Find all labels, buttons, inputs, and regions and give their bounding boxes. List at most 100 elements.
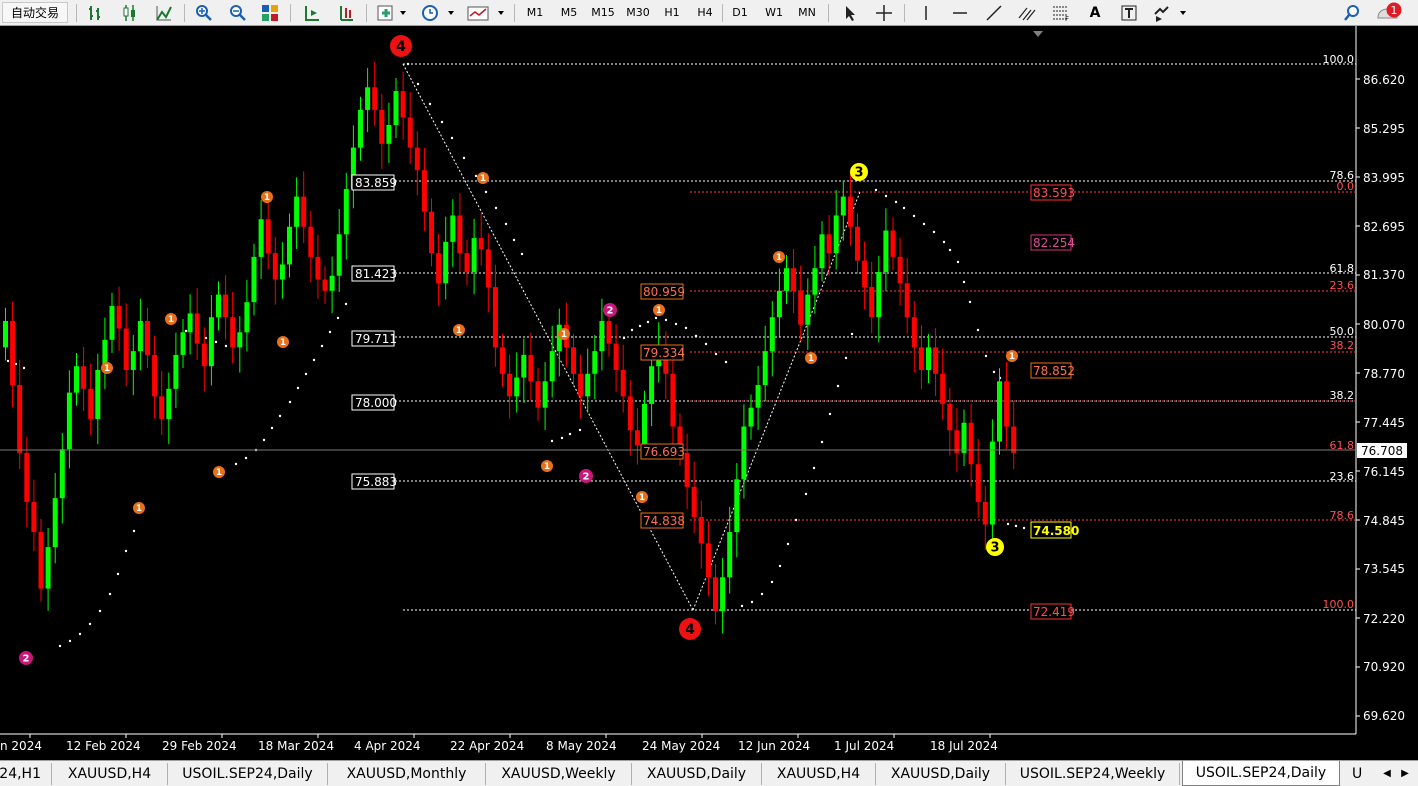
wave-2-marker-label: 2 <box>23 654 30 665</box>
candlestick-icon[interactable] <box>118 2 142 23</box>
candle-body <box>336 234 342 276</box>
text-label-icon[interactable] <box>1116 2 1142 23</box>
chart-shift-icon[interactable] <box>334 2 358 23</box>
tab-usoil-weekly[interactable]: USOIL.SEP24,Weekly <box>1006 763 1180 785</box>
tab-scroll-left-icon[interactable]: ◀ <box>1380 765 1394 781</box>
tab-usoil-h1[interactable]: R24,H1 <box>0 763 52 785</box>
candle-body <box>933 347 939 374</box>
bar-chart-icon[interactable] <box>84 2 108 23</box>
date-tick: 18 Mar 2024 <box>258 739 334 753</box>
wave-1-marker-label: 1 <box>456 326 462 336</box>
candle-body <box>642 403 647 446</box>
date-tick: 22 Apr 2024 <box>450 739 524 753</box>
sar-dot <box>844 356 848 360</box>
sar-dot <box>1022 526 1026 530</box>
periodicity-icon[interactable] <box>418 2 458 23</box>
sar-dot <box>664 318 668 322</box>
tab-scroll-right-icon[interactable]: ▶ <box>1398 765 1412 781</box>
sar-dot <box>820 440 824 444</box>
sar-dot <box>462 156 466 160</box>
price-tick: 70.920 <box>1363 660 1405 674</box>
timeframe-m5[interactable]: M5 <box>553 2 585 23</box>
candle-body <box>989 441 995 525</box>
tab-usoil-daily[interactable]: USOIL.SEP24,Daily <box>168 763 328 785</box>
candle-body <box>74 366 79 393</box>
vertical-line-icon[interactable] <box>914 2 938 23</box>
fibonacci-icon[interactable]: F <box>1048 2 1074 23</box>
auto-trading-button[interactable]: 自动交易 <box>2 2 68 23</box>
crosshair-icon[interactable] <box>872 2 896 23</box>
cursor-icon[interactable] <box>838 2 862 23</box>
candle-body <box>1004 381 1010 427</box>
horizontal-line-icon[interactable] <box>948 2 972 23</box>
sar-dot <box>654 316 658 320</box>
sar-dot <box>450 136 454 140</box>
price-tick: 69.620 <box>1363 709 1405 723</box>
tile-windows-icon[interactable] <box>258 2 282 23</box>
tab-xauusd-daily[interactable]: XAUUSD,Daily <box>632 763 762 785</box>
tab-usoil-overflow[interactable]: U <box>1342 763 1372 785</box>
price-tick: 86.620 <box>1363 73 1405 87</box>
timeframe-m1[interactable]: M1 <box>519 2 551 23</box>
timeframe-m30[interactable]: M30 <box>621 2 655 23</box>
timeframe-h1[interactable]: H1 <box>656 2 688 23</box>
indicators-icon[interactable] <box>374 2 410 23</box>
sar-dot <box>320 344 324 348</box>
fib-level: 38.2 <box>1330 389 1355 402</box>
date-tick: 4 Apr 2024 <box>354 739 421 753</box>
sar-dot <box>740 604 744 608</box>
price-chart[interactable]: 4 4 3 3 2 2 2 1 1 1 1 1 1 1 1 1 1 1 1 1 1 1 86.620 85.295 83.… <box>0 26 1418 760</box>
candle-body <box>549 351 555 382</box>
trendline-icon[interactable] <box>982 2 1006 23</box>
timeframe-m15[interactable]: M15 <box>587 2 619 23</box>
candle-body <box>592 351 598 374</box>
candle-body <box>542 381 548 408</box>
text-tool-button[interactable]: A <box>1082 2 1108 23</box>
channel-icon[interactable] <box>1014 2 1040 23</box>
notifications-icon[interactable]: 1 <box>1374 2 1406 23</box>
tab-xauusd-weekly[interactable]: XAUUSD,Weekly <box>486 763 632 785</box>
candle-body <box>145 320 150 355</box>
candle-body <box>450 215 456 242</box>
candle-body <box>393 91 399 125</box>
tab-xauusd-h4-2[interactable]: XAUUSD,H4 <box>762 763 876 785</box>
sar-dot <box>124 549 128 553</box>
search-icon[interactable] <box>1340 2 1364 23</box>
toolbar-separator <box>184 4 185 22</box>
timeframe-mn[interactable]: MN <box>791 2 823 23</box>
sar-dot <box>724 360 728 364</box>
sar-dot <box>684 326 688 330</box>
tab-xauusd-daily-2[interactable]: XAUUSD,Daily <box>876 763 1006 785</box>
candle-body <box>294 196 300 227</box>
candle-body <box>159 396 165 419</box>
candle-body <box>372 87 378 110</box>
line-chart-icon[interactable] <box>152 2 176 23</box>
timeframe-h4[interactable]: H4 <box>689 2 721 23</box>
tab-xauusd-h4[interactable]: XAUUSD,H4 <box>52 763 168 785</box>
timeframe-d1[interactable]: D1 <box>724 2 756 23</box>
wave-4-marker-label: 4 <box>396 39 406 55</box>
sar-dot <box>568 432 572 436</box>
fib-level: 23.6 <box>1330 470 1355 483</box>
candle-body <box>968 422 974 465</box>
templates-icon[interactable] <box>464 2 508 23</box>
candle-body <box>521 354 527 378</box>
zoom-out-icon[interactable] <box>226 2 250 23</box>
tab-usoil-daily-active[interactable]: USOIL.SEP24,Daily <box>1182 761 1340 786</box>
price-box: 76.693 <box>643 445 685 459</box>
tab-xauusd-monthly[interactable]: XAUUSD,Monthly <box>328 763 486 785</box>
scroll-chart-icon[interactable] <box>300 2 324 23</box>
candle-body <box>904 283 910 318</box>
sar-dot <box>948 248 952 252</box>
arrows-menu-icon[interactable] <box>1150 2 1190 23</box>
candle-body <box>358 109 363 148</box>
price-tick: 77.445 <box>1363 416 1405 430</box>
sar-dot <box>836 384 840 388</box>
zoom-in-icon[interactable] <box>192 2 216 23</box>
date-tick: 29 Feb 2024 <box>162 739 237 753</box>
candle-body <box>791 268 797 291</box>
timeframe-w1[interactable]: W1 <box>758 2 790 23</box>
wave-2-marker-label: 2 <box>583 472 590 483</box>
candle-body <box>535 381 541 408</box>
price-tick: 85.295 <box>1363 122 1405 136</box>
